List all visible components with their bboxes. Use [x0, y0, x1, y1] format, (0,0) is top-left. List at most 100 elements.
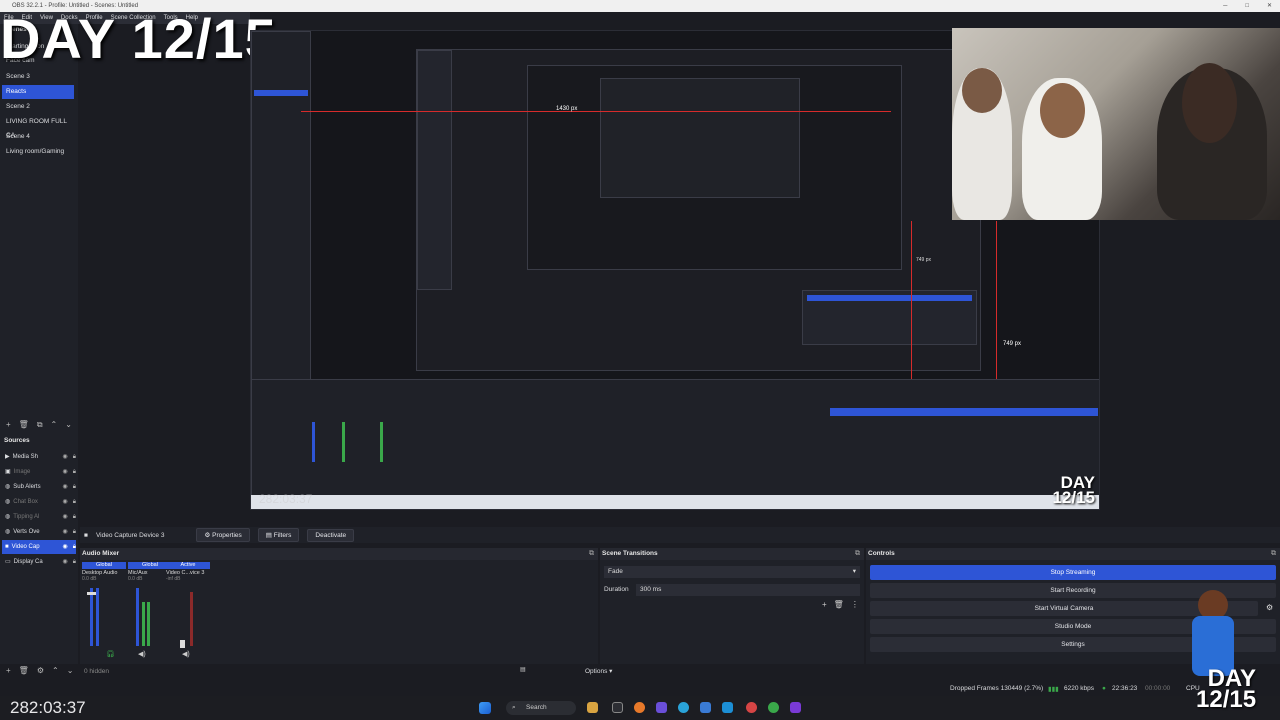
lock-icon[interactable]: 🔒︎ — [73, 450, 76, 464]
move-up-button[interactable]: ⌃ — [52, 666, 59, 675]
maximize-button[interactable]: □ — [1245, 0, 1249, 12]
nested-taskbar — [251, 495, 1099, 509]
measure-label: 749 px — [916, 257, 932, 263]
app-icon[interactable] — [587, 702, 598, 713]
lock-icon[interactable]: 🔒︎ — [73, 480, 76, 494]
duration-input[interactable]: 300 ms — [636, 584, 860, 596]
duration-label: Duration — [604, 586, 629, 593]
scene-item[interactable]: Scene 3 — [2, 70, 74, 84]
source-label: Media Sh — [12, 454, 38, 460]
source-row-active[interactable]: ■ Video Cap ◉ 🔒︎ — [2, 540, 76, 554]
audio-mixer-dock: Audio Mixer ⧉ Global Desktop Audio 0.0 d… — [80, 548, 598, 673]
scene-item[interactable]: LIVING ROOM FULL CA — [2, 115, 74, 139]
camera-icon: ■ — [84, 531, 88, 539]
windows-taskbar — [0, 696, 1280, 720]
source-row[interactable]: ◍ Tipping Al ◉ 🔒︎ — [2, 510, 76, 524]
deactivate-button[interactable]: Deactivate — [307, 528, 355, 542]
edge-browser-icon[interactable] — [678, 702, 689, 713]
mixer-channel: Active Video C...vice 3 -inf dB ◀) — [166, 562, 210, 662]
eye-icon[interactable]: ◉ — [63, 555, 68, 569]
person-head — [1040, 83, 1085, 138]
scene-item[interactable]: Scene 4 — [2, 130, 74, 144]
lock-icon[interactable]: 🔒︎ — [73, 495, 76, 509]
speaker-icon[interactable]: ◀) — [138, 650, 146, 658]
source-row[interactable]: ◍ Verts Ove ◉ 🔒︎ — [2, 525, 76, 539]
app-icon[interactable] — [790, 702, 801, 713]
volume-slider-handle[interactable] — [180, 640, 185, 648]
windows-start-icon[interactable] — [479, 702, 491, 714]
chevron-down-icon: ▾ — [852, 568, 856, 575]
eye-icon[interactable]: ◉ — [63, 450, 68, 464]
popout-icon[interactable]: ⧉ — [589, 548, 598, 560]
file-explorer-icon[interactable] — [612, 702, 623, 713]
media-icon: ▶ — [5, 454, 10, 460]
scene-item[interactable]: Scene 2 — [2, 100, 74, 114]
chrome-icon[interactable] — [768, 702, 779, 713]
add-transition-button[interactable]: + — [822, 600, 827, 609]
options-button[interactable]: Options ▾ — [585, 667, 612, 675]
popout-icon[interactable]: ⧉ — [1271, 548, 1280, 560]
source-row[interactable]: ▶ Media Sh ◉ 🔒︎ — [2, 450, 76, 464]
lock-icon[interactable]: 🔒︎ — [73, 540, 76, 554]
speaker-icon[interactable]: ◀) — [182, 650, 190, 658]
remove-scene-button[interactable]: 🗑 — [19, 420, 29, 430]
remove-source-button[interactable]: 🗑 — [19, 666, 29, 675]
more-options-icon[interactable]: ⋮ — [851, 600, 859, 609]
scene-item[interactable]: Living room/Gaming — [2, 145, 74, 159]
add-scene-button[interactable]: + — [6, 420, 11, 430]
move-down-button[interactable]: ⌄ — [65, 420, 72, 430]
app-icon[interactable] — [700, 702, 711, 713]
person-head — [1182, 63, 1237, 143]
eye-icon[interactable]: ◉ — [63, 465, 68, 479]
eye-icon[interactable]: ◉ — [63, 480, 68, 494]
source-row[interactable]: ▭ Display Ca ◉ 🔒︎ — [2, 555, 76, 569]
source-settings-button[interactable]: ⚙ — [37, 666, 44, 675]
lock-icon[interactable]: 🔒︎ — [73, 510, 76, 524]
app-icon[interactable] — [722, 702, 733, 713]
source-row[interactable]: ▣ Image ◉ 🔒︎ — [2, 465, 76, 479]
lock-icon[interactable]: 🔒︎ — [73, 555, 76, 569]
move-down-button[interactable]: ⌄ — [67, 666, 74, 675]
popout-icon[interactable]: ⧉ — [855, 548, 864, 560]
source-label: Image — [13, 469, 31, 475]
lock-icon[interactable]: 🔒︎ — [73, 525, 76, 539]
source-row[interactable]: ◍ Chat Box ◉ 🔒︎ — [2, 495, 76, 509]
volume-meter — [96, 588, 99, 646]
move-up-button[interactable]: ⌃ — [51, 420, 58, 430]
remove-transition-button[interactable]: 🗑︎ — [834, 600, 844, 609]
rec-time: 00:00:00 — [1145, 685, 1171, 692]
eye-icon[interactable]: ◉ — [63, 525, 68, 539]
properties-button[interactable]: ⚙ Properties — [196, 528, 250, 542]
nested-meter — [380, 422, 383, 462]
nested-stop-streaming — [807, 295, 972, 301]
nested-clock: 282:03:37 — [259, 492, 313, 506]
app-icon[interactable] — [656, 702, 667, 713]
scene-item-active[interactable]: Reacts — [2, 85, 74, 99]
gear-icon[interactable]: ⚙ — [1266, 603, 1273, 612]
dropped-frames: Dropped Frames 130449 (2.7%) — [950, 685, 1044, 692]
stop-streaming-button[interactable]: Stop Streaming — [870, 565, 1276, 580]
transition-select[interactable]: Fade ▾ — [604, 566, 860, 578]
taskbar-search[interactable]: ⌕ Search — [506, 701, 576, 715]
minimize-button[interactable]: ─ — [1223, 0, 1227, 12]
filters-button[interactable]: ▤ Filters — [257, 528, 300, 542]
obs-icon[interactable] — [746, 702, 757, 713]
eye-icon[interactable]: ◉ — [63, 510, 68, 524]
lock-icon[interactable]: 🔒︎ — [73, 465, 76, 479]
webcam-capture — [952, 28, 1280, 220]
source-row[interactable]: ◍ Sub Alerts ◉ 🔒︎ — [2, 480, 76, 494]
stream-time: 22:36:23 — [1112, 685, 1138, 692]
scene-filters-button[interactable]: ⧉ — [37, 420, 43, 430]
eye-icon[interactable]: ◉ — [63, 540, 68, 554]
headphone-icon[interactable]: 🎧︎ — [106, 650, 115, 658]
options-label: Options — [584, 668, 608, 675]
nested-bottom-docks — [251, 379, 1099, 497]
app-icon[interactable] — [634, 702, 645, 713]
eye-icon[interactable]: ◉ — [63, 495, 68, 509]
controls-title: Controls — [868, 550, 895, 557]
close-button[interactable]: ✕ — [1267, 0, 1272, 12]
add-source-button[interactable]: + — [6, 666, 11, 675]
volume-slider-handle[interactable] — [87, 592, 96, 595]
nested-meter — [312, 422, 315, 462]
uptime-clock-overlay: 282:03:37 — [10, 698, 86, 717]
